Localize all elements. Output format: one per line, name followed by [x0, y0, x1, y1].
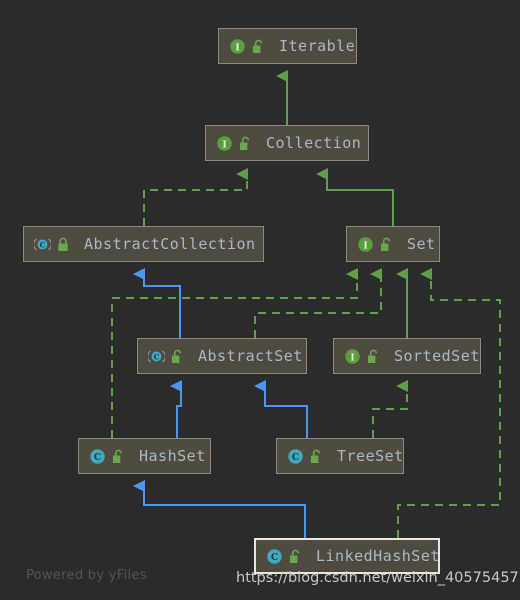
unlocked-padlock-icon	[310, 449, 321, 463]
unlocked-padlock-icon	[252, 39, 263, 53]
node-collection[interactable]: I Collection	[205, 125, 369, 161]
unlocked-padlock-icon	[289, 549, 300, 563]
svg-text:I: I	[222, 139, 226, 150]
class-circle-icon: C	[90, 448, 105, 464]
node-label: Iterable	[279, 37, 356, 55]
edge-set-extends-collection	[316, 168, 394, 226]
edge-treeset-implements-sortedset	[372, 380, 408, 438]
interface-circle-icon: I	[358, 236, 373, 252]
node-hash-set[interactable]: C HashSet	[78, 438, 211, 474]
node-abstract-set[interactable]: C AbstractSet	[137, 338, 307, 374]
node-tree-set[interactable]: C TreeSet	[276, 438, 404, 474]
edge-hashset-extends-abstractset	[170, 380, 182, 438]
unlocked-padlock-icon	[367, 349, 378, 363]
node-linked-hash-set[interactable]: C LinkedHashSet	[254, 538, 440, 574]
edge-layer	[111, 70, 501, 538]
svg-text:C: C	[40, 240, 46, 249]
node-label: Collection	[266, 134, 362, 152]
svg-text:C: C	[94, 452, 101, 462]
svg-text:I: I	[363, 240, 367, 251]
locked-padlock-icon	[58, 237, 68, 251]
svg-text:I: I	[235, 42, 239, 53]
node-set[interactable]: I Set	[346, 226, 440, 262]
unlocked-padlock-icon	[112, 449, 123, 463]
svg-text:C: C	[292, 452, 299, 462]
abstract-class-circle-icon: C	[148, 350, 165, 362]
unlocked-padlock-icon	[171, 349, 182, 363]
edge-treeset-extends-abstractset	[254, 380, 308, 438]
edge-linkedhashset-extends-hashset	[133, 480, 306, 538]
interface-circle-icon: I	[217, 135, 232, 151]
node-sorted-set[interactable]: I SortedSet	[333, 338, 481, 374]
class-circle-icon: C	[288, 448, 303, 464]
interface-circle-icon: I	[345, 348, 360, 364]
unlocked-padlock-icon	[380, 237, 391, 251]
svg-text:C: C	[271, 552, 278, 562]
class-circle-icon: C	[267, 548, 282, 564]
node-label: SortedSet	[394, 347, 480, 365]
svg-text:I: I	[350, 352, 354, 363]
unlocked-padlock-icon	[239, 136, 250, 150]
node-label: AbstractSet	[198, 347, 303, 365]
blog-url-watermark: https://blog.csdn.net/weixin_40575457	[236, 570, 519, 586]
node-label: AbstractCollection	[84, 235, 256, 253]
edge-abstractset-implements-set	[254, 268, 382, 338]
node-abstract-collection[interactable]: C AbstractCollection	[23, 226, 264, 262]
interface-circle-icon: I	[230, 38, 245, 54]
uml-class-diagram: I Iterable I Collection C AbstractCollec…	[0, 0, 520, 600]
node-label: Set	[407, 235, 436, 253]
edge-linkedhashset-implements-set	[397, 268, 501, 538]
abstract-class-circle-icon: C	[34, 238, 51, 250]
edge-abstractcollection-implements-collection	[143, 168, 248, 226]
yfiles-watermark: Powered by yFiles	[26, 568, 147, 583]
node-label: TreeSet	[337, 447, 404, 465]
node-label: HashSet	[139, 447, 206, 465]
edge-abstractset-extends-abstractcollection	[133, 268, 181, 338]
svg-text:C: C	[154, 352, 160, 361]
node-iterable[interactable]: I Iterable	[218, 28, 357, 64]
node-label: LinkedHashSet	[316, 547, 440, 565]
